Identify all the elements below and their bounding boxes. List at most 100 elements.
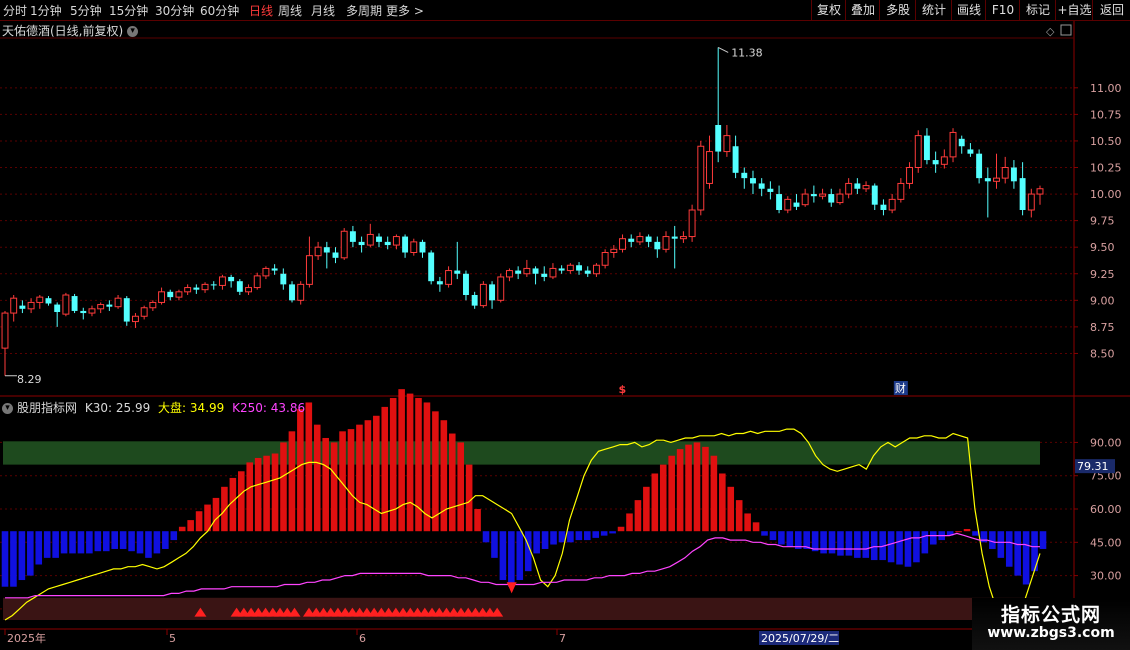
candle-down <box>558 268 565 271</box>
price-tick-label: 9.50 <box>1090 241 1115 254</box>
oscillator-bar <box>592 531 600 538</box>
oscillator-bar <box>913 531 920 563</box>
price-tick-label: 10.75 <box>1090 108 1122 121</box>
lower-band <box>3 597 1040 620</box>
candle-up <box>845 182 853 195</box>
oscillator-bar <box>1031 531 1038 572</box>
candle-up <box>662 236 670 250</box>
indicator-tick-label: 45.00 <box>1090 536 1122 549</box>
oscillator-bar <box>406 393 414 532</box>
candle-up <box>97 304 105 310</box>
date-label: 7 <box>559 632 566 645</box>
oscillator-bar <box>153 531 161 554</box>
oscillator-bar <box>423 402 431 532</box>
cursor-date-label: 2025/07/29/二 <box>761 632 839 645</box>
candle-up <box>10 297 18 314</box>
candle-down <box>976 153 983 179</box>
candle-up <box>784 198 792 211</box>
oscillator-bar <box>27 531 34 576</box>
candle-up <box>836 193 844 204</box>
oscillator-bar <box>820 531 827 554</box>
oscillator-bar <box>212 497 220 532</box>
oscillator-bar <box>558 531 566 543</box>
oscillator-bar <box>35 531 43 565</box>
candle-up <box>201 283 209 291</box>
candle-up <box>314 246 322 257</box>
oscillator-bar <box>600 531 608 536</box>
oscillator-bar <box>491 531 498 558</box>
candle-down <box>463 273 469 295</box>
oscillator-bar <box>727 486 735 532</box>
candle-up <box>253 275 261 289</box>
candle-up <box>706 151 713 184</box>
oscillator-bar <box>60 531 68 554</box>
k250-label: K250: <box>232 401 267 415</box>
oscillator-bar <box>297 409 304 532</box>
chevron-down-icon[interactable]: ▾ <box>2 403 13 414</box>
candle-down <box>384 241 391 246</box>
candle-down <box>471 295 478 306</box>
candle-up <box>549 267 557 278</box>
oscillator-bar <box>702 446 709 532</box>
oscillator-bar <box>972 531 979 536</box>
oscillator-bar <box>415 398 422 532</box>
oscillator-bar <box>136 531 144 554</box>
oscillator-bar <box>685 444 692 532</box>
candle-down <box>489 284 496 301</box>
candle-up <box>888 198 896 211</box>
price-tick-label: 10.25 <box>1090 162 1122 175</box>
oscillator-bar <box>643 486 650 532</box>
candle-up <box>366 233 374 246</box>
candle-down <box>167 291 174 298</box>
candle-up <box>636 236 644 243</box>
date-label: 5 <box>169 632 176 645</box>
oscillator-bar <box>221 486 228 532</box>
candle-up <box>566 264 574 272</box>
candle-up <box>497 276 505 301</box>
candle-down <box>984 178 991 182</box>
candle-up <box>158 291 166 303</box>
oscillator-bar <box>921 531 929 554</box>
candle-up <box>262 267 270 277</box>
panel-toggle-icon <box>1060 24 1072 36</box>
chart-area[interactable]: ◇ 11.00 10.75 10.50 10.25 10.00 9.75 9.50 9.25 9.… <box>0 0 1130 650</box>
oscillator-bar <box>845 531 853 556</box>
indicator-name: 股朋指标网 <box>17 401 78 415</box>
oscillator-bar <box>474 509 481 532</box>
oscillator-bar <box>10 531 17 587</box>
candle-up <box>1036 188 1044 195</box>
candle-down <box>376 236 382 242</box>
oscillator-bar <box>288 431 296 532</box>
price-tick-label: 8.50 <box>1090 347 1115 360</box>
oscillator-bar <box>1022 531 1030 585</box>
oscillator-bar <box>567 531 574 543</box>
oscillator-bar <box>187 520 194 532</box>
oscillator-bar <box>271 453 279 532</box>
candle-up <box>619 238 626 250</box>
oscillator-bar <box>769 531 777 541</box>
indicator-tick-label: 60.00 <box>1090 503 1122 516</box>
k250-value: 43.86 <box>270 401 306 415</box>
dapan-label: 大盘: <box>158 401 187 415</box>
oscillator-bar <box>828 531 836 554</box>
candle-up <box>688 209 696 238</box>
oscillator-bar <box>744 513 751 532</box>
oscillator-bar <box>761 531 768 536</box>
oscillator-bar <box>195 511 203 532</box>
candle-down <box>271 268 278 271</box>
oscillator-bar <box>870 531 878 561</box>
oscillator-bar <box>111 531 118 549</box>
candle-up <box>218 276 226 286</box>
candle-down <box>1010 167 1017 182</box>
oscillator-bar <box>668 455 675 532</box>
indicator-title[interactable]: ▾ 股朋指标网 K30: 25.99 大盘: 34.99 K250: 43.86 <box>2 399 305 416</box>
oscillator-bar <box>170 531 178 541</box>
candle-up <box>88 308 96 314</box>
oscillator-bar <box>634 500 642 532</box>
candle-down <box>236 281 243 292</box>
oscillator-bar <box>356 424 363 532</box>
candle-down <box>767 188 774 192</box>
oscillator-bar <box>626 513 633 532</box>
candle-down <box>280 273 287 285</box>
oscillator-bar <box>94 531 102 552</box>
